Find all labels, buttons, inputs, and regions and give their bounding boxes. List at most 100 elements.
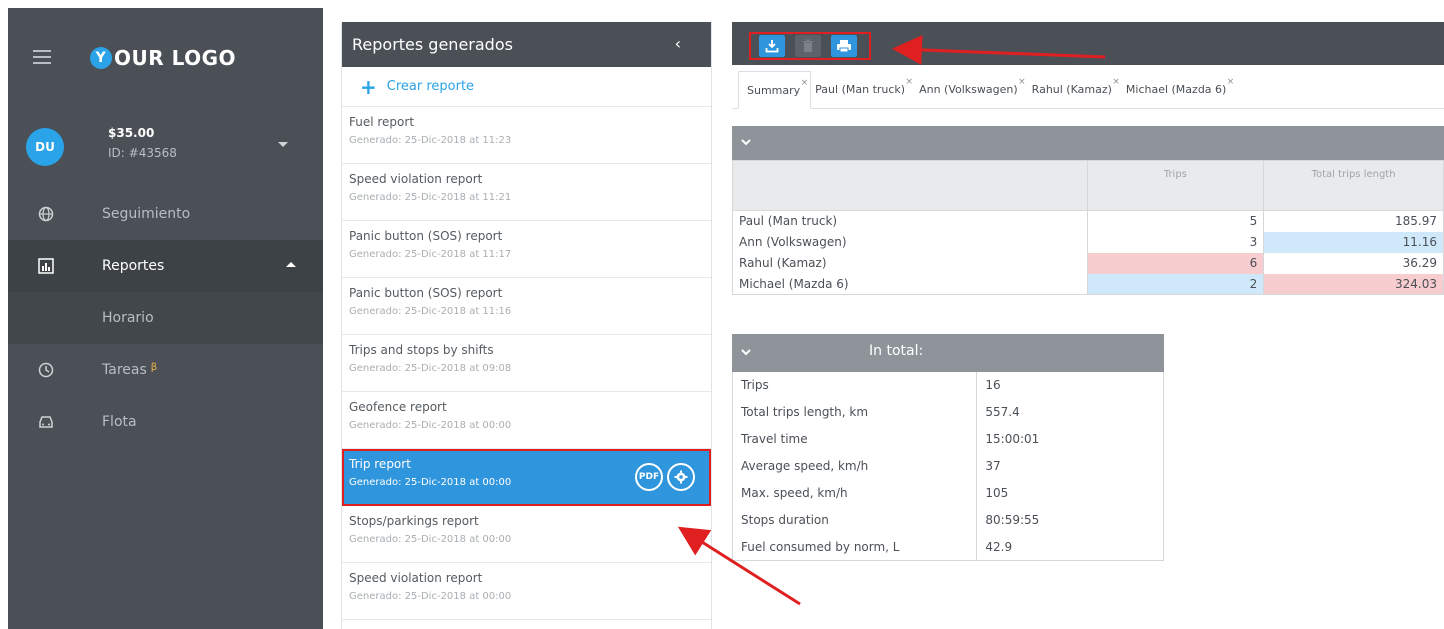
total-value: 105 <box>976 479 1164 507</box>
tab-label: Rahul (Kamaz) <box>1031 83 1112 96</box>
tab-rahul[interactable]: Rahul (Kamaz) × <box>1028 77 1122 108</box>
column-header-length[interactable]: Total trips length <box>1263 160 1444 211</box>
download-icon[interactable] <box>759 35 785 57</box>
close-icon[interactable]: × <box>801 78 809 88</box>
close-icon[interactable]: × <box>1227 77 1235 87</box>
cell-name: Michael (Mazda 6) <box>732 273 1088 295</box>
total-value: 42.9 <box>976 533 1164 561</box>
report-title: Geofence report <box>349 400 447 414</box>
pdf-button[interactable]: PDF <box>635 463 663 491</box>
logo-mark: Y <box>90 47 112 69</box>
report-tabs: Summary × Paul (Man truck) × Ann (Volksw… <box>732 65 1444 109</box>
column-header-trips[interactable]: Trips <box>1086 160 1265 211</box>
table-row[interactable]: Rahul (Kamaz) 6 36.29 <box>732 252 1444 274</box>
tab-label: Michael (Mazda 6) <box>1125 83 1227 96</box>
sidebar-item-reportes[interactable]: Reportes <box>8 240 323 292</box>
report-item[interactable]: Fuel report Generado: 25-Dic-2018 at 11:… <box>342 107 711 164</box>
report-item[interactable]: Geofence report Generado: 25-Dic-2018 at… <box>342 392 711 449</box>
total-label: Fuel consumed by norm, L <box>731 533 978 561</box>
sidebar: Y OUR LOGO DU $35.00 ID: #43568 Seguimie… <box>8 8 323 629</box>
report-date: Generado: 25-Dic-2018 at 00:00 <box>349 534 512 545</box>
cell-length: 11.16 <box>1263 231 1444 253</box>
report-date: Generado: 25-Dic-2018 at 00:00 <box>349 420 512 431</box>
report-item[interactable]: Speed violation report Generado: 25-Dic-… <box>342 563 711 620</box>
report-item[interactable]: Trips and stops by shifts Generado: 25-D… <box>342 335 711 392</box>
table-row: Stops duration 80:59:55 <box>731 506 1164 534</box>
cell-trips: 5 <box>1086 210 1265 232</box>
summary-table: Trips Total trips length Paul (Man truck… <box>732 160 1444 295</box>
table-row[interactable]: Ann (Volkswagen) 3 11.16 <box>732 231 1444 253</box>
chart-icon <box>37 257 55 275</box>
sidebar-item-tareas[interactable]: Tareas β <box>8 344 323 396</box>
tab-paul[interactable]: Paul (Man truck) × <box>811 77 915 108</box>
report-title: Trips and stops by shifts <box>349 343 494 357</box>
chevron-up-icon <box>286 262 296 267</box>
report-title: Speed violation report <box>349 172 483 186</box>
sidebar-item-seguimiento[interactable]: Seguimiento <box>8 188 323 240</box>
total-value: 15:00:01 <box>976 425 1164 453</box>
report-item[interactable]: Speed violation report Generado: 25-Dic-… <box>342 164 711 221</box>
total-section: In total: Trips 16 Total trips length, km… <box>731 334 1164 561</box>
print-icon[interactable] <box>831 35 857 57</box>
sidebar-item-flota[interactable]: Flota <box>8 396 323 448</box>
sidebar-item-horario[interactable]: Horario <box>8 292 323 344</box>
total-title: In total: <box>869 343 924 359</box>
trash-icon[interactable] <box>795 35 821 57</box>
table-row[interactable]: Paul (Man truck) 5 185.97 <box>732 210 1444 232</box>
cell-length: 185.97 <box>1263 210 1444 232</box>
table-row: Fuel consumed by norm, L 42.9 <box>731 533 1164 561</box>
logo-text: OUR LOGO <box>114 46 237 70</box>
report-title: Stops/parkings report <box>349 514 479 528</box>
chevron-down-icon[interactable] <box>741 137 751 147</box>
cell-name: Rahul (Kamaz) <box>732 252 1088 274</box>
create-report-label: Crear reporte <box>386 79 475 94</box>
close-icon[interactable]: × <box>906 77 914 87</box>
sidebar-item-label: Horario <box>102 310 154 326</box>
create-report-button[interactable]: + Crear reporte <box>342 67 711 107</box>
tab-summary[interactable]: Summary × <box>738 71 812 109</box>
cell-trips: 6 <box>1086 252 1265 274</box>
close-icon[interactable]: × <box>1018 77 1026 87</box>
globe-icon <box>37 205 55 223</box>
tab-ann[interactable]: Ann (Volkswagen) × <box>915 77 1028 108</box>
report-title: Panic button (SOS) report <box>349 229 503 243</box>
report-item[interactable]: Panic button (SOS) report Generado: 25-D… <box>342 221 711 278</box>
tab-michael[interactable]: Michael (Mazda 6) × <box>1122 77 1236 108</box>
chevron-down-icon[interactable] <box>278 142 288 147</box>
report-actions: PDF <box>635 463 695 491</box>
hamburger-menu-icon[interactable] <box>33 50 51 64</box>
column-header[interactable] <box>732 160 1088 211</box>
table-row[interactable]: Michael (Mazda 6) 2 324.03 <box>732 273 1444 295</box>
report-date: Generado: 25-Dic-2018 at 09:08 <box>349 363 512 374</box>
logo[interactable]: Y OUR LOGO <box>90 46 236 70</box>
report-item[interactable]: Panic button (SOS) report Generado: 25-D… <box>342 278 711 335</box>
table-header-row: Trips Total trips length <box>732 160 1444 211</box>
tab-label: Summary <box>747 84 801 97</box>
summary-section-header[interactable] <box>732 126 1444 160</box>
toolbar-actions <box>749 32 871 60</box>
cell-trips: 2 <box>1086 273 1265 295</box>
total-label: Average speed, km/h <box>731 452 978 480</box>
user-panel[interactable]: DU $35.00 ID: #43568 <box>8 108 323 188</box>
cell-trips: 3 <box>1086 231 1265 253</box>
report-item[interactable]: Stops/parkings report Generado: 25-Dic-2… <box>342 506 711 563</box>
chevron-down-icon[interactable] <box>741 347 751 357</box>
total-section-header[interactable]: In total: <box>732 334 1164 372</box>
user-id: ID: #43568 <box>108 146 177 160</box>
total-value: 80:59:55 <box>976 506 1164 534</box>
cell-name: Paul (Man truck) <box>732 210 1088 232</box>
table-row: Trips 16 <box>731 372 1164 399</box>
user-balance: $35.00 <box>108 126 155 140</box>
reports-title: Reportes generados <box>352 35 513 54</box>
tab-label: Ann (Volkswagen) <box>919 83 1018 96</box>
sidebar-top: Y OUR LOGO <box>8 8 323 108</box>
cell-length: 36.29 <box>1263 252 1444 274</box>
report-item-selected[interactable]: Trip report Generado: 25-Dic-2018 at 00:… <box>342 449 711 506</box>
total-label: Travel time <box>731 425 978 453</box>
collapse-icon[interactable]: ‹ <box>675 34 681 53</box>
total-label: Stops duration <box>731 506 978 534</box>
settings-gear-icon[interactable] <box>667 463 695 491</box>
report-title: Panic button (SOS) report <box>349 286 503 300</box>
totals-table: Trips 16 Total trips length, km 557.4 Trav… <box>731 372 1164 561</box>
close-icon[interactable]: × <box>1112 77 1120 87</box>
